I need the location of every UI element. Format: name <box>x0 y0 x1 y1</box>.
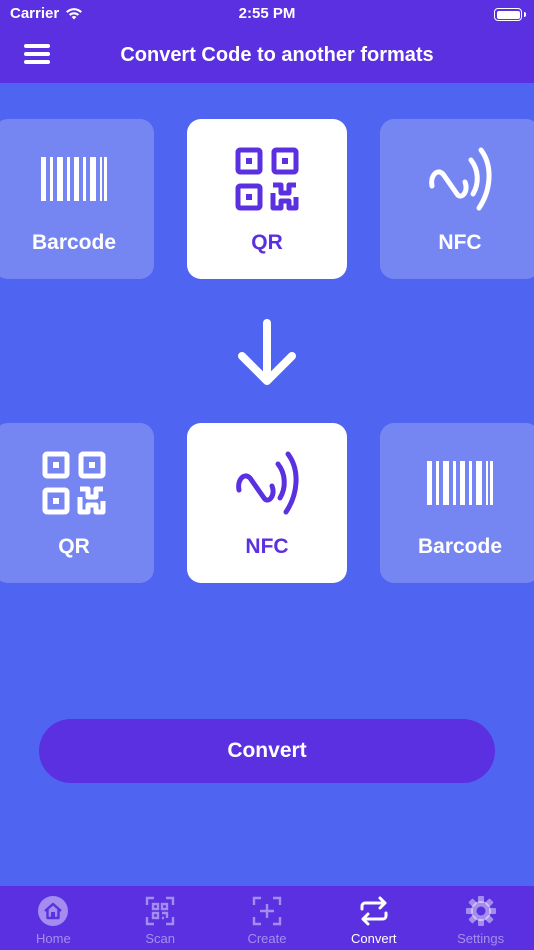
status-time: 2:55 PM <box>238 5 296 22</box>
source-card-nfc[interactable]: NFC <box>380 119 534 279</box>
menu-button[interactable] <box>24 42 50 66</box>
source-card-qr[interactable]: QR <box>187 119 347 279</box>
home-icon <box>37 895 69 927</box>
card-label: NFC <box>438 231 482 254</box>
page-title: Convert Code to another formats <box>120 44 434 66</box>
tab-convert[interactable]: Convert <box>320 886 427 950</box>
target-card-qr[interactable]: QR <box>0 423 154 583</box>
convert-icon <box>358 895 390 927</box>
tab-label: Scan <box>145 931 176 946</box>
qr-code-icon <box>42 447 106 519</box>
barcode-icon <box>41 143 107 215</box>
tab-home[interactable]: Home <box>0 886 107 950</box>
status-bar: Carrier 2:55 PM <box>0 0 534 28</box>
tab-bar: Home Scan Create Convert Settings <box>0 886 534 950</box>
source-card-barcode[interactable]: Barcode <box>0 119 154 279</box>
qr-code-icon <box>235 143 299 215</box>
gear-icon <box>465 895 497 927</box>
arrow-down-icon <box>238 319 296 385</box>
nfc-icon <box>427 143 493 215</box>
create-icon <box>252 895 282 927</box>
card-label: Barcode <box>417 535 503 558</box>
tab-label: Home <box>36 931 71 946</box>
nfc-icon <box>234 447 300 519</box>
header: Carrier 2:55 PM Convert Code to another … <box>0 0 534 83</box>
barcode-icon <box>427 447 493 519</box>
convert-button[interactable]: Convert <box>39 719 495 783</box>
tab-create[interactable]: Create <box>214 886 321 950</box>
card-label: NFC <box>245 535 289 558</box>
card-label: QR <box>251 231 283 254</box>
battery-icon <box>494 8 526 21</box>
tab-scan[interactable]: Scan <box>107 886 214 950</box>
tab-label: Create <box>247 931 287 946</box>
tab-label: Settings <box>457 931 505 946</box>
target-card-barcode[interactable]: Barcode <box>380 423 534 583</box>
target-card-nfc[interactable]: NFC <box>187 423 347 583</box>
card-label: QR <box>58 535 90 558</box>
tab-settings[interactable]: Settings <box>427 886 534 950</box>
tab-label: Convert <box>351 931 397 946</box>
scan-icon <box>145 895 175 927</box>
card-label: Barcode <box>31 231 117 254</box>
